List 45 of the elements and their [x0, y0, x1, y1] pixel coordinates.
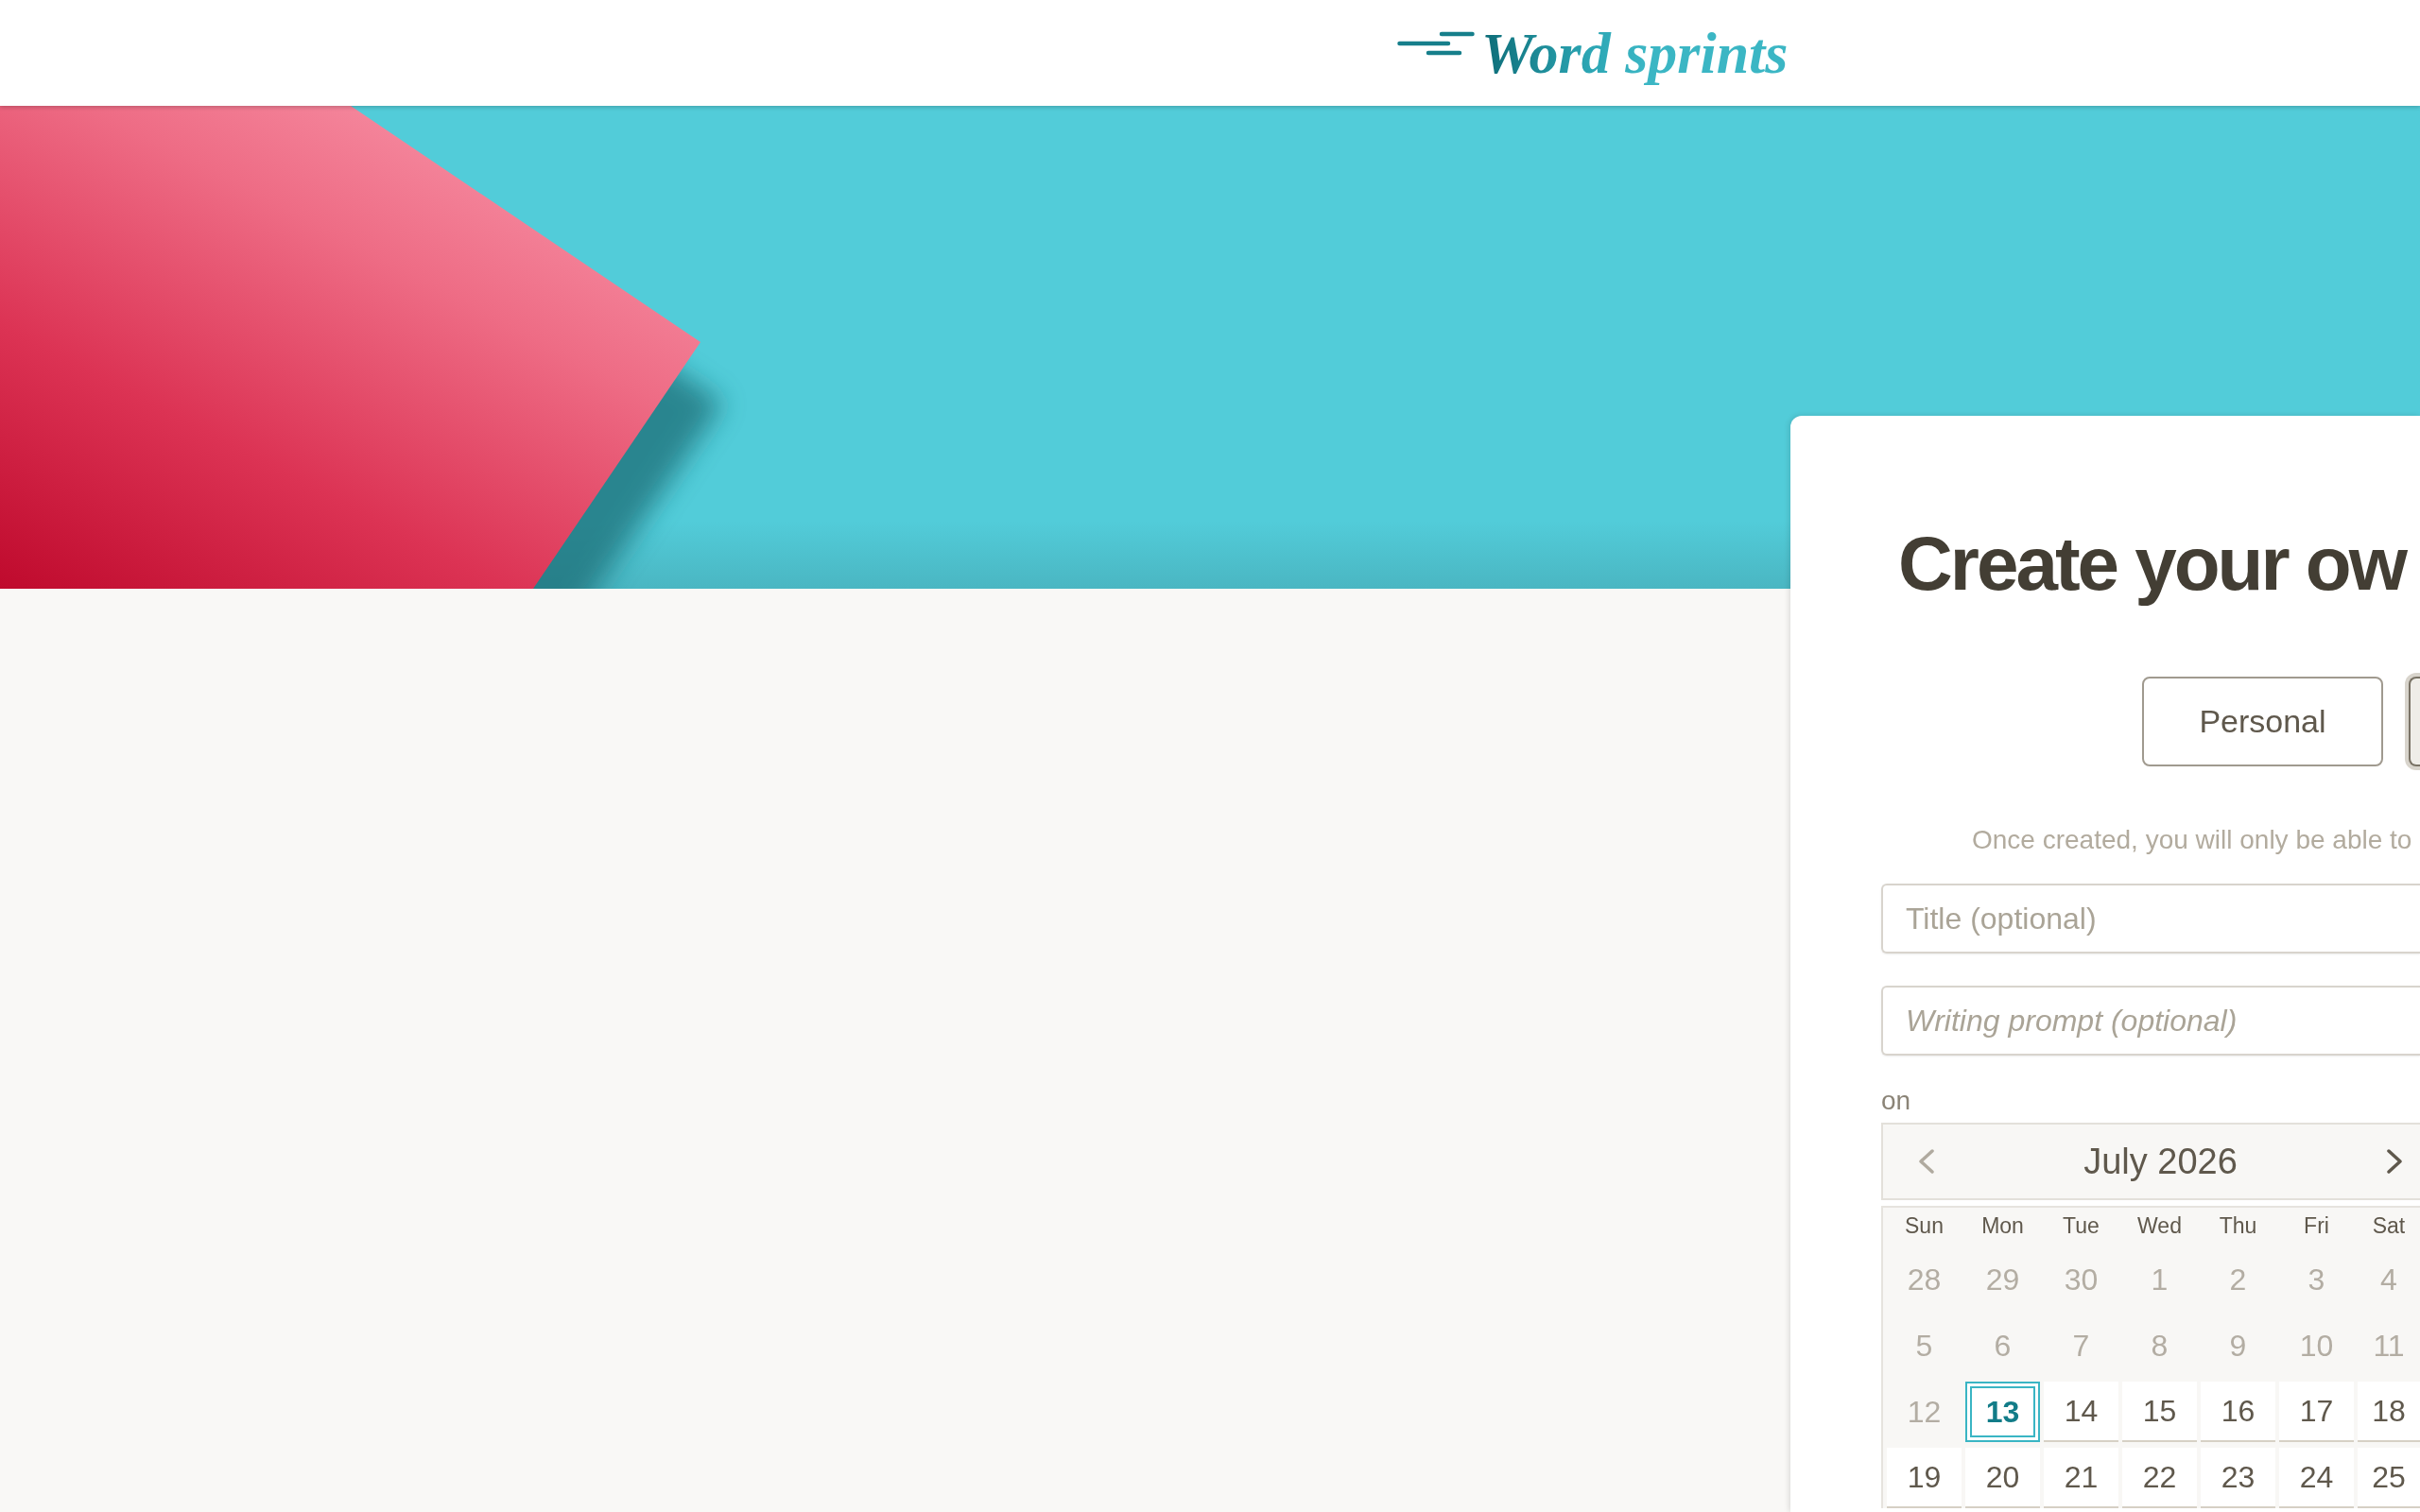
weekday-label: Mon	[1981, 1212, 2024, 1239]
chevron-left-icon	[1918, 1149, 1935, 1174]
calendar-day: 7	[2044, 1315, 2118, 1376]
calendar-day: 3	[2279, 1249, 2354, 1310]
speed-lines-icon	[1397, 31, 1475, 56]
weekday-label: Fri	[2304, 1212, 2329, 1239]
notice-text: Once created, you will only be able to	[1972, 824, 2412, 856]
weekday-label: Wed	[2137, 1212, 2182, 1239]
weekday-label: Sat	[2372, 1212, 2406, 1239]
next-month-button[interactable]	[2386, 1149, 2403, 1174]
calendar-day: 29	[1965, 1249, 2040, 1310]
weekday-label: Thu	[2219, 1212, 2257, 1239]
month-label: July 2026	[2083, 1141, 2238, 1182]
mode-button[interactable]: Personal	[2142, 677, 2383, 766]
calendar-day: 11	[2358, 1315, 2420, 1376]
calendar-day: 6	[1965, 1315, 2040, 1376]
calendar-day[interactable]: 19	[1887, 1448, 1962, 1508]
calendar-day: 2	[2201, 1249, 2275, 1310]
calendar-day[interactable]: 17	[2279, 1382, 2354, 1442]
calendar-day: 1	[2122, 1249, 2197, 1310]
calendar-day[interactable]: 16	[2201, 1382, 2275, 1442]
calendar-day: 5	[1887, 1315, 1962, 1376]
calendar-day[interactable]: 20	[1965, 1448, 2040, 1508]
calendar-day[interactable]: 18	[2358, 1382, 2420, 1442]
title-input[interactable]: Title (optional)	[1881, 884, 2420, 954]
chevron-right-icon	[2386, 1149, 2403, 1174]
calendar-day[interactable]: 21	[2044, 1448, 2118, 1508]
calendar-day: 12	[1887, 1382, 1962, 1442]
calendar-day: 4	[2358, 1249, 2420, 1310]
weekday-label: Tue	[2063, 1212, 2100, 1239]
calendar-day: 10	[2279, 1315, 2354, 1376]
calendar-day[interactable]: 25	[2358, 1448, 2420, 1508]
calendar-day: 8	[2122, 1315, 2197, 1376]
calendar-day: 9	[2201, 1315, 2275, 1376]
date-label: on	[1881, 1086, 1911, 1116]
calendar-day[interactable]: 13	[1965, 1382, 2040, 1442]
weekday-label: Sun	[1905, 1212, 1944, 1239]
calendar-day[interactable]: 24	[2279, 1448, 2354, 1508]
calendar-day: 30	[2044, 1249, 2118, 1310]
calendar-day[interactable]: 22	[2122, 1448, 2197, 1508]
calendar-day[interactable]: 15	[2122, 1382, 2197, 1442]
calendar-day: 28	[1887, 1249, 1962, 1310]
prompt-input[interactable]: Writing prompt (optional)	[1881, 986, 2420, 1056]
calendar-day[interactable]: 14	[2044, 1382, 2118, 1442]
calendar-day[interactable]: 23	[2201, 1448, 2275, 1508]
